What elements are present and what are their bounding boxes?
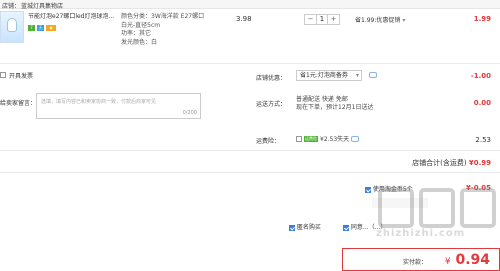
agreement-checkbox[interactable]	[343, 224, 349, 231]
points-amount: ¥-0.05	[465, 184, 491, 192]
currency-symbol: ¥	[444, 257, 451, 267]
anonymous-row: 匿名购买	[289, 222, 321, 231]
invoice-row: 开具发票	[0, 71, 33, 80]
message-label: 给卖家留言：	[0, 100, 37, 107]
store-discount-amount: -1.00	[470, 72, 491, 80]
payment-amount: ¥ 0.94	[445, 252, 490, 268]
shop-header: 店铺： 蓝城灯具集物店	[0, 0, 500, 10]
spec-line: 白光-直径5cm	[121, 21, 161, 29]
chat-icon[interactable]	[351, 135, 360, 142]
store-discount-select[interactable]: 省1元:灯泡商备券	[296, 70, 362, 81]
decrease-button[interactable]: −	[305, 15, 316, 24]
message-placeholder: 选填，填写内容已和卖家协商一致，付款后商家可见	[41, 99, 157, 105]
shipping-info: 普通配送 快递 免邮 现在下单，预计12月1日送达	[296, 96, 373, 112]
points-detail	[372, 198, 428, 208]
unit-price: 3.98	[236, 15, 252, 23]
message-textarea[interactable]: 选填，填写内容已和卖家协商一致，付款后商家可见 0/200	[36, 93, 201, 119]
quantity-input[interactable]: 1	[316, 15, 328, 24]
item-promo-select[interactable]: 省1.99:优惠促销 ▾	[355, 15, 405, 24]
shipping-label: 运送方式：	[256, 101, 287, 108]
cart-item: 节能灯泡e27螺口led灯泡球泡... 7 天 ◆ 颜色分类：3W海洋款 E27…	[0, 9, 500, 61]
item-promo-label: 省1.99:优惠促销	[355, 17, 401, 24]
anonymous-label: 匿名购买	[296, 224, 321, 231]
insurance-price: 2.53	[475, 136, 491, 144]
divider	[0, 63, 500, 64]
product-specs: 颜色分类：3W海洋款 E27螺口 白光-直径5cm 功率：其它 发光颜色：白	[121, 13, 204, 47]
spec-line: 颜色分类：3W海洋款 E27螺口	[121, 13, 205, 20]
payment-label: 实付款：	[403, 259, 428, 266]
divider	[0, 150, 500, 151]
tag-icon: 7	[28, 25, 35, 31]
insurance-option: 运费险 ¥2.53失天	[296, 134, 360, 143]
shipping-eta: 现在下单，预计12月1日送达	[296, 104, 374, 111]
shipping-price: 0.00	[473, 99, 491, 107]
product-title-link[interactable]: 节能灯泡e27螺口led灯泡球泡...	[28, 13, 116, 20]
spec-line: 功率：其它	[121, 30, 152, 37]
tag-icon: ◆	[46, 25, 56, 31]
message-counter: 0/200	[182, 110, 197, 116]
points-label: 使用淘金币5个	[372, 186, 413, 193]
store-total-amount: ¥0.99	[468, 159, 491, 167]
payment-value: 0.94	[455, 252, 490, 268]
tag-icon: 天	[37, 25, 44, 31]
divider	[0, 172, 500, 173]
insurance-label: 运费险：	[256, 138, 281, 145]
insurance-badge: 运费险	[304, 135, 318, 142]
spec-line: 发光颜色：白	[121, 38, 158, 46]
item-subtotal: 1.99	[473, 15, 491, 23]
invoice-checkbox[interactable]	[0, 71, 6, 78]
store-discount-label: 店铺优惠：	[256, 75, 287, 82]
watermark-text: zhizhizhi.com	[376, 228, 466, 239]
store-total-label: 店铺合计(含运费)	[412, 159, 467, 167]
insurance-checkbox[interactable]	[296, 135, 302, 142]
anonymous-checkbox[interactable]	[289, 224, 295, 231]
product-thumbnail[interactable]	[0, 11, 24, 43]
invoice-label: 开具发票	[9, 73, 34, 80]
chevron-down-icon: ▾	[402, 17, 406, 24]
product-tags: 7 天 ◆	[28, 25, 56, 31]
shipping-method: 普通配送 快递 免邮	[296, 96, 348, 103]
insurance-text: ¥2.53失天	[320, 136, 350, 143]
points-row: 使用淘金币5个	[365, 184, 413, 193]
store-total: 店铺合计(含运费) ¥0.99	[412, 158, 491, 168]
increase-button[interactable]: +	[328, 15, 339, 24]
payment-summary: 实付款： ¥ 0.94	[342, 248, 500, 271]
quantity-stepper: − 1 +	[304, 14, 340, 25]
points-checkbox[interactable]	[365, 186, 371, 193]
chat-icon[interactable]	[369, 72, 377, 78]
bulb-icon	[7, 18, 17, 32]
